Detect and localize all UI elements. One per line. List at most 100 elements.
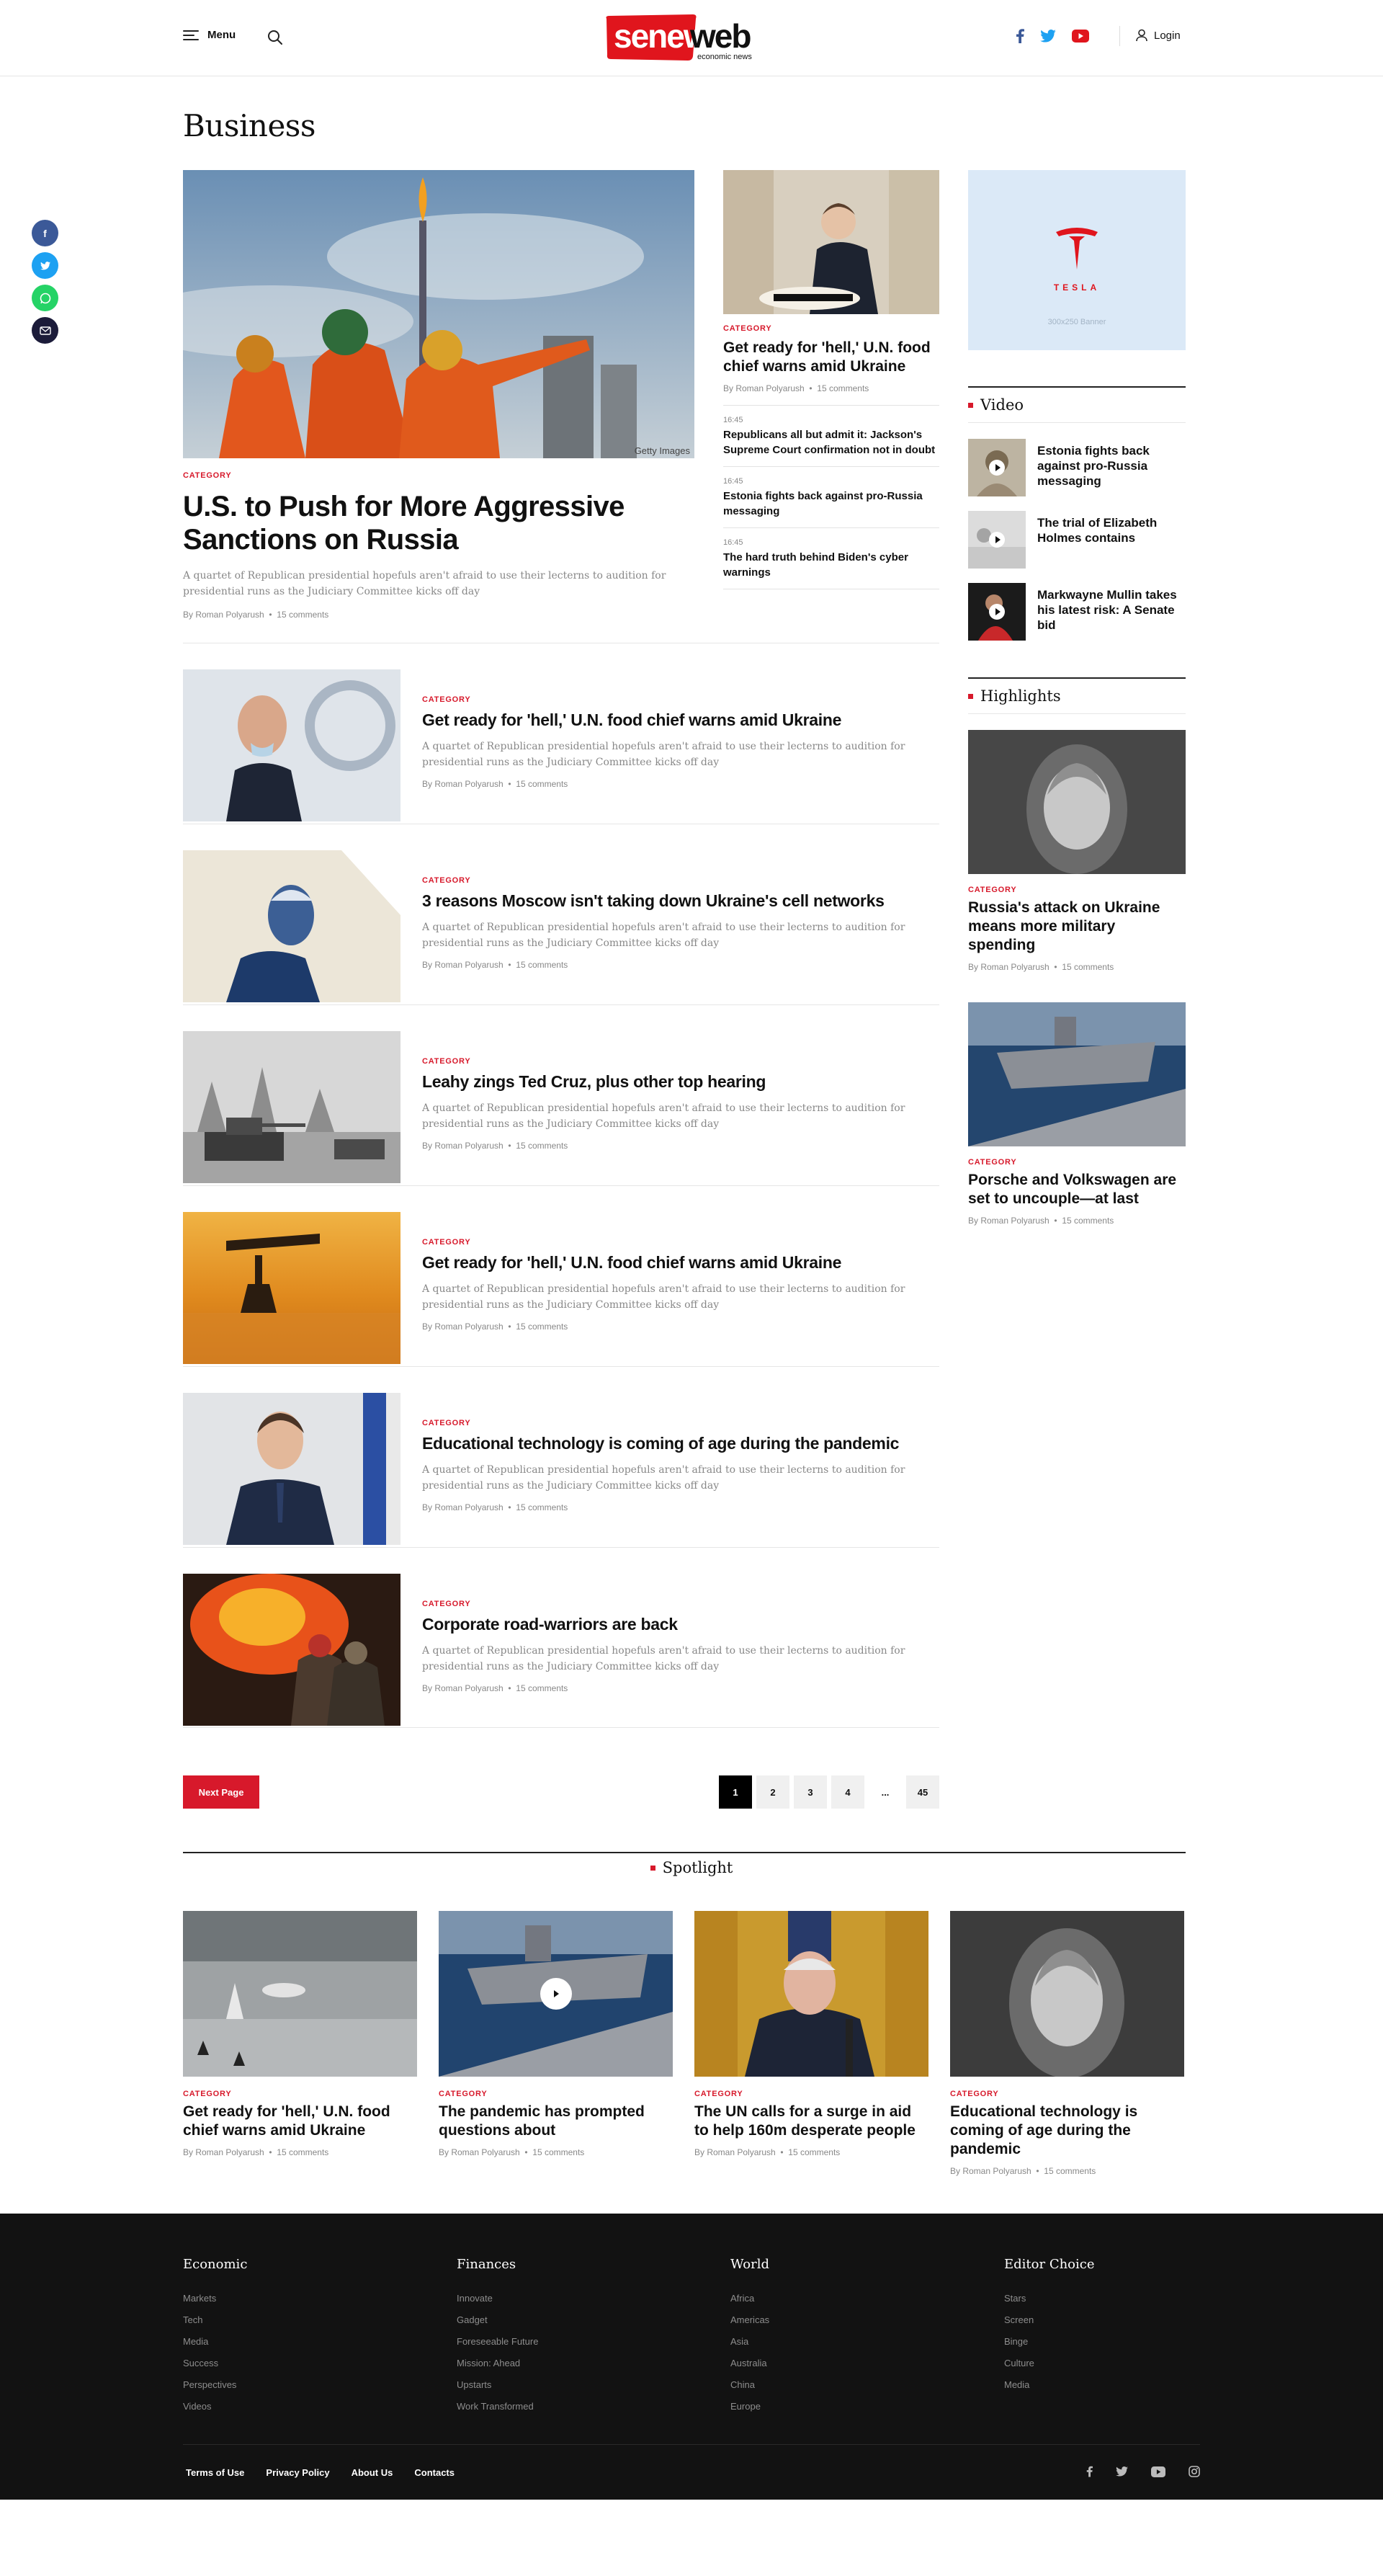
article-category[interactable]: CATEGORY xyxy=(422,1419,926,1427)
mid-feature-author[interactable]: By Roman Polyarush xyxy=(723,383,805,393)
article-title[interactable]: 3 reasons Moscow isn't taking down Ukrai… xyxy=(422,891,926,911)
twitter-icon[interactable] xyxy=(1040,30,1056,43)
highlight-category[interactable]: CATEGORY xyxy=(968,886,1186,894)
highlight-title[interactable]: Porsche and Volkswagen are set to uncoup… xyxy=(968,1171,1186,1208)
spotlight-category[interactable]: CATEGORY xyxy=(439,2090,673,2098)
video-title[interactable]: Estonia fights back against pro-Russia m… xyxy=(1037,443,1186,496)
article-category[interactable]: CATEGORY xyxy=(422,876,926,885)
latest-item[interactable]: 16:45 The hard truth behind Biden's cybe… xyxy=(723,527,939,589)
article-image[interactable] xyxy=(183,1031,400,1183)
video-thumbnail[interactable] xyxy=(968,511,1026,569)
hero-comments[interactable]: 15 comments xyxy=(277,610,328,620)
footer-link[interactable]: China xyxy=(730,2374,946,2396)
list-item[interactable]: CATEGORY Educational technology is comin… xyxy=(183,1366,939,1547)
footer-link[interactable]: Screen xyxy=(1004,2309,1220,2331)
footer-link[interactable]: Media xyxy=(1004,2374,1220,2396)
spotlight-image[interactable] xyxy=(950,1911,1184,2077)
spotlight-item[interactable]: CATEGORY Get ready for 'hell,' U.N. food… xyxy=(183,1911,417,2176)
mid-feature-title[interactable]: Get ready for 'hell,' U.N. food chief wa… xyxy=(723,339,939,376)
hero-title[interactable]: U.S. to Push for More Aggressive Sanctio… xyxy=(183,490,694,556)
highlight-title[interactable]: Russia's attack on Ukraine means more mi… xyxy=(968,899,1186,955)
video-title[interactable]: Markwayne Mullin takes his latest risk: … xyxy=(1037,587,1186,641)
highlight-image[interactable] xyxy=(968,730,1186,874)
highlight-item[interactable]: CATEGORY Russia's attack on Ukraine mean… xyxy=(968,730,1186,972)
spotlight-category[interactable]: CATEGORY xyxy=(183,2090,417,2098)
footer-link[interactable]: Media xyxy=(183,2331,399,2353)
mid-feature-image[interactable] xyxy=(723,170,939,314)
spotlight-category[interactable]: CATEGORY xyxy=(694,2090,928,2098)
article-category[interactable]: CATEGORY xyxy=(422,1238,926,1247)
page-1-button[interactable]: 1 xyxy=(719,1775,752,1809)
article-title[interactable]: Corporate road-warriors are back xyxy=(422,1614,926,1634)
hero-image[interactable]: Getty Images xyxy=(183,170,694,458)
footer-link[interactable]: Mission: Ahead xyxy=(457,2353,673,2374)
video-thumbnail[interactable] xyxy=(968,439,1026,496)
login-button[interactable]: Login xyxy=(1135,29,1181,42)
list-item[interactable]: CATEGORY Get ready for 'hell,' U.N. food… xyxy=(183,643,939,824)
list-item[interactable]: CATEGORY Corporate road-warriors are bac… xyxy=(183,1547,939,1728)
footer-link[interactable]: Work Transformed xyxy=(457,2396,673,2417)
search-icon[interactable] xyxy=(267,29,284,46)
footer-link[interactable]: Americas xyxy=(730,2309,946,2331)
instagram-icon[interactable] xyxy=(1189,2466,1200,2477)
menu-button[interactable]: Menu xyxy=(183,29,236,41)
article-image[interactable] xyxy=(183,850,400,1002)
latest-item[interactable]: 16:45 Republicans all but admit it: Jack… xyxy=(723,405,939,466)
footer-link[interactable]: Asia xyxy=(730,2331,946,2353)
article-title[interactable]: Get ready for 'hell,' U.N. food chief wa… xyxy=(422,1252,926,1273)
video-item[interactable]: Markwayne Mullin takes his latest risk: … xyxy=(968,583,1186,641)
latest-title[interactable]: The hard truth behind Biden's cyber warn… xyxy=(723,550,939,580)
highlight-category[interactable]: CATEGORY xyxy=(968,1158,1186,1167)
facebook-icon[interactable] xyxy=(1086,2466,1093,2477)
article-image[interactable] xyxy=(183,669,400,821)
about-link[interactable]: About Us xyxy=(352,2467,393,2478)
article-image[interactable] xyxy=(183,1212,400,1364)
footer-link[interactable]: Videos xyxy=(183,2396,399,2417)
footer-link[interactable]: Stars xyxy=(1004,2288,1220,2309)
twitter-icon[interactable] xyxy=(1116,2466,1128,2477)
next-page-button[interactable]: Next Page xyxy=(183,1775,259,1809)
highlight-image[interactable] xyxy=(968,1002,1186,1146)
spotlight-image[interactable] xyxy=(439,1911,673,2077)
article-image[interactable] xyxy=(183,1574,400,1726)
page-4-button[interactable]: 4 xyxy=(831,1775,864,1809)
footer-link[interactable]: Europe xyxy=(730,2396,946,2417)
mid-feature-comments[interactable]: 15 comments xyxy=(817,383,869,393)
spotlight-title[interactable]: The UN calls for a surge in aid to help … xyxy=(694,2103,928,2140)
article-category[interactable]: CATEGORY xyxy=(422,695,926,704)
page-2-button[interactable]: 2 xyxy=(756,1775,789,1809)
hero-author[interactable]: By Roman Polyarush xyxy=(183,610,264,620)
share-email-icon[interactable] xyxy=(32,317,58,344)
play-icon[interactable] xyxy=(989,532,1005,548)
hero-category[interactable]: CATEGORY xyxy=(183,471,694,480)
footer-link[interactable]: Upstarts xyxy=(457,2374,673,2396)
article-category[interactable]: CATEGORY xyxy=(422,1600,926,1608)
spotlight-item[interactable]: CATEGORY The UN calls for a surge in aid… xyxy=(694,1911,928,2176)
highlight-item[interactable]: CATEGORY Porsche and Volkswagen are set … xyxy=(968,1002,1186,1226)
play-icon[interactable] xyxy=(540,1978,572,2010)
video-item[interactable]: The trial of Elizabeth Holmes contains xyxy=(968,511,1186,569)
list-item[interactable]: CATEGORY Leahy zings Ted Cruz, plus othe… xyxy=(183,1004,939,1185)
spotlight-title[interactable]: Get ready for 'hell,' U.N. food chief wa… xyxy=(183,2103,417,2140)
footer-link[interactable]: Success xyxy=(183,2353,399,2374)
contacts-link[interactable]: Contacts xyxy=(414,2467,455,2478)
latest-item[interactable]: 16:45 Estonia fights back against pro-Ru… xyxy=(723,466,939,527)
article-image[interactable] xyxy=(183,1393,400,1545)
spotlight-title[interactable]: Educational technology is coming of age … xyxy=(950,2103,1184,2159)
privacy-link[interactable]: Privacy Policy xyxy=(266,2467,329,2478)
footer-link[interactable]: Foreseeable Future xyxy=(457,2331,673,2353)
spotlight-category[interactable]: CATEGORY xyxy=(950,2090,1184,2098)
footer-link[interactable]: Africa xyxy=(730,2288,946,2309)
ad-banner[interactable]: TESLA 300x250 Banner xyxy=(968,170,1186,350)
site-logo[interactable]: seneweb web economic news xyxy=(604,13,769,63)
video-item[interactable]: Estonia fights back against pro-Russia m… xyxy=(968,439,1186,496)
spotlight-image[interactable] xyxy=(183,1911,417,2077)
video-thumbnail[interactable] xyxy=(968,583,1026,641)
article-title[interactable]: Leahy zings Ted Cruz, plus other top hea… xyxy=(422,1071,926,1092)
terms-link[interactable]: Terms of Use xyxy=(186,2467,244,2478)
page-3-button[interactable]: 3 xyxy=(794,1775,827,1809)
spotlight-image[interactable] xyxy=(694,1911,928,2077)
footer-link[interactable]: Australia xyxy=(730,2353,946,2374)
spotlight-item[interactable]: CATEGORY Educational technology is comin… xyxy=(950,1911,1184,2176)
mid-feature-category[interactable]: CATEGORY xyxy=(723,324,939,333)
